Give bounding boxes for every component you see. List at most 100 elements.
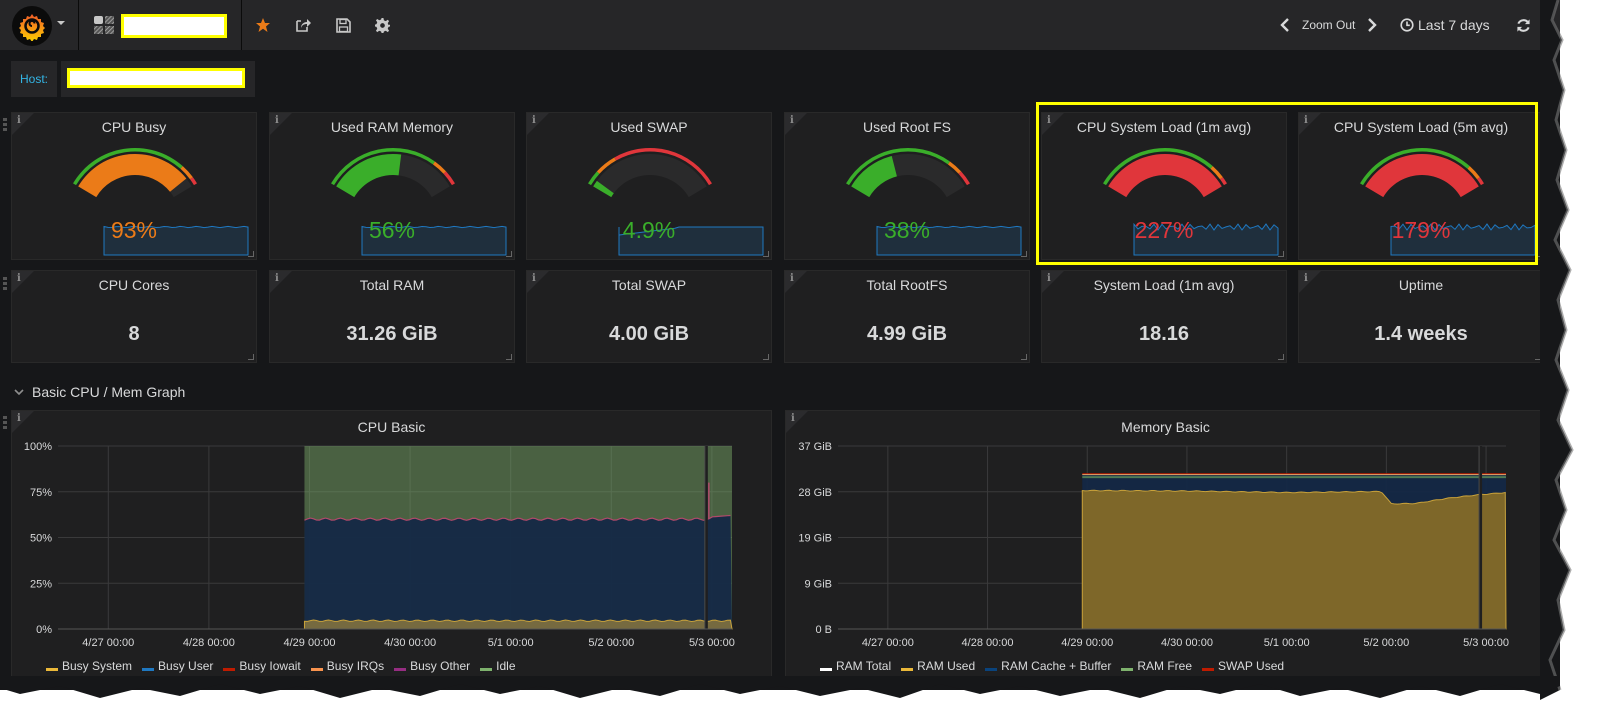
star-icon [256,18,270,32]
resize-handle[interactable] [1278,251,1284,257]
legend-item[interactable]: Busy System [46,659,132,673]
legend-item[interactable]: Busy Iowait [223,659,301,673]
cpu-basic-panel: i CPU Basic 0% 25% 50% 75% 100% 4/27 00:00 4/2… [11,410,772,680]
share-icon [296,19,311,32]
resize-handle[interactable] [506,251,512,257]
legend-swatch [310,667,323,671]
panel-title[interactable]: System Load (1m avg) [1042,277,1286,293]
nav-divider [241,0,242,50]
legend-item[interactable]: RAM Used [901,659,975,673]
x-tick-label: 5/2 00:00 [1363,637,1409,649]
stat-value: 31.26 GiB [346,323,438,345]
panel-title[interactable]: Total RootFS [785,277,1029,293]
host-variable-value [67,68,246,88]
share-button[interactable] [292,14,314,36]
legend-item[interactable]: Busy User [142,659,213,673]
x-tick-label: 4/28 00:00 [183,637,235,649]
legend-item[interactable]: RAM Total [820,659,891,673]
panel-title[interactable]: CPU Cores [12,277,256,293]
time-picker-button[interactable]: Last 7 days [1400,0,1490,50]
resize-handle[interactable] [763,354,769,360]
panel-title[interactable]: Total SWAP [527,277,771,293]
gauge-panel: i CPU System Load (5m avg) 179% [1298,112,1544,260]
legend-item[interactable]: Busy Other [394,659,470,673]
y-tick-label: 75% [30,487,52,499]
resize-handle[interactable] [763,251,769,257]
legend-item[interactable]: Idle [480,659,516,673]
dashboards-icon[interactable] [94,16,114,34]
y-tick-label: 19 GiB [798,533,832,545]
cpu-basic-chart: 0% 25% 50% 75% 100% 4/27 00:00 4/28 00:00 4/29 … [24,441,735,649]
dashboard-title[interactable] [121,14,227,38]
legend-item[interactable]: RAM Free [1121,659,1192,673]
host-variable-label: Host: [11,61,58,97]
resize-handle[interactable] [506,354,512,360]
x-tick-label: 4/30 00:00 [384,637,436,649]
legend-swatch [820,667,832,671]
zoom-controls: Zoom Out [1280,0,1378,50]
zoom-out-button[interactable]: Zoom Out [1302,18,1355,32]
gauge-value: 227% [1134,217,1194,243]
gauge-value: 179% [1391,217,1451,243]
x-tick-label: 5/1 00:00 [488,637,534,649]
torn-edge-decoration [1540,0,1574,700]
gauge-panel: i Used RAM Memory 56% [269,112,515,260]
legend-label: Busy Iowait [239,659,301,673]
legend-label: Idle [496,659,516,673]
row-drag-handle[interactable] [3,277,7,291]
x-tick-label: 4/30 00:00 [1161,637,1213,649]
template-variables: Host: [11,61,256,97]
stat-value: 8 [128,323,140,345]
y-tick-label: 0 B [815,624,832,636]
save-button[interactable] [332,14,354,36]
chevron-down-icon[interactable] [57,21,65,25]
gauge-panel: i Used SWAP 4.9% [526,112,772,260]
resize-handle[interactable] [248,251,254,257]
row-drag-handle[interactable] [3,118,7,132]
stat-value: 4.99 GiB [866,323,948,345]
legend-label: Busy User [158,659,214,673]
stat-panel: i Uptime 1.4 weeks [1298,270,1544,363]
chevron-right-icon[interactable] [1367,18,1378,32]
settings-icon [374,17,390,33]
legend-swatch [1121,667,1134,671]
gauge-panel: i CPU System Load (1m avg) 227% [1041,112,1287,260]
resize-handle[interactable] [1278,354,1284,360]
x-tick-label: 5/2 00:00 [588,637,634,649]
host-variable-dropdown[interactable] [61,61,256,97]
legend-item[interactable]: RAM Cache + Buffer [985,659,1111,673]
nav-divider [78,0,79,50]
x-tick-label: 5/3 00:00 [1463,637,1509,649]
legend-item[interactable]: Busy IRQs [310,659,384,673]
legend-item[interactable]: SWAP Used [1202,659,1284,673]
legend-swatch [480,667,493,671]
resize-handle[interactable] [248,354,254,360]
chevron-left-icon[interactable] [1280,18,1290,32]
resize-handle[interactable] [1021,251,1027,257]
gauge-value: 38% [883,217,931,243]
row-title: Basic CPU / Mem Graph [32,384,186,400]
series-area-busy-user [304,515,732,629]
legend-label: RAM Total [836,659,892,673]
y-tick-label: 50% [30,533,52,545]
star-button[interactable] [252,14,274,36]
y-tick-label: 100% [24,441,52,453]
stat-value: 18.16 [1138,323,1190,345]
stat-panel: i Total RootFS 4.99 GiB [784,270,1030,363]
grafana-logo-icon[interactable] [12,6,52,46]
y-tick-label: 37 GiB [798,441,832,453]
time-range-label: Last 7 days [1418,17,1490,33]
legend-label: Busy Other [410,659,471,673]
panel-title[interactable]: Total RAM [270,277,514,293]
settings-button[interactable] [371,14,393,36]
memory-basic-chart: 0 B 9 GiB 19 GiB 28 GiB 37 GiB 4/27 00:00 4/28… [798,441,1509,649]
row-header[interactable]: Basic CPU / Mem Graph [14,384,185,400]
gauge-panel: i Used Root FS 38% [784,112,1030,260]
series-area-busy-system [303,619,733,630]
refresh-button[interactable] [1512,14,1534,36]
row-drag-handle[interactable] [3,416,7,430]
stat-value: 4.00 GiB [608,323,690,345]
resize-handle[interactable] [1021,354,1027,360]
gauge-fill [336,154,402,198]
panel-title[interactable]: Uptime [1299,277,1543,293]
